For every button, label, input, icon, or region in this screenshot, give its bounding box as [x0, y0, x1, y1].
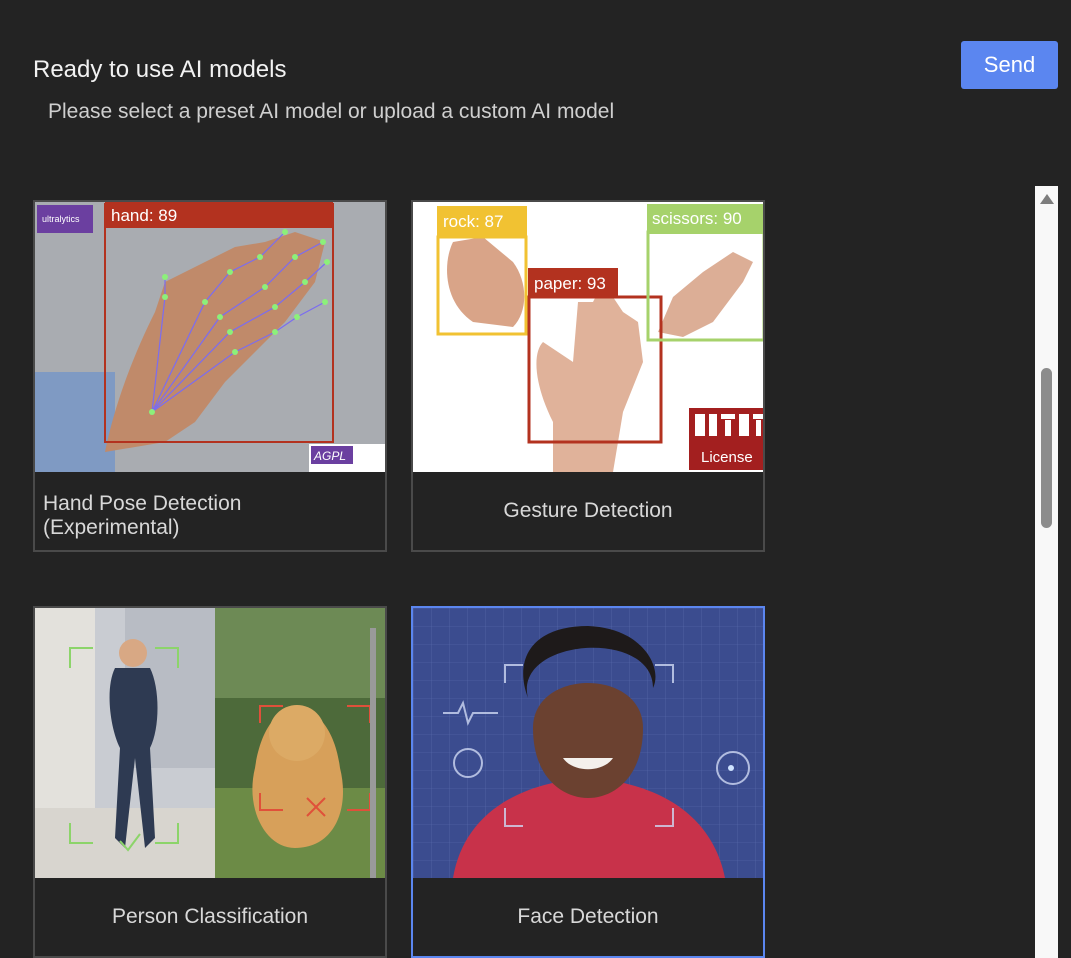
svg-text:AGPL: AGPL [313, 449, 346, 463]
vertical-scrollbar[interactable] [1035, 186, 1058, 958]
hand-pose-label: Hand Pose Detection (Experimental) [43, 492, 242, 539]
gesture-label: Gesture Detection [503, 499, 673, 522]
person-classification-label: Person Classification [111, 905, 309, 928]
rock-detection-label: rock: 87 [443, 212, 503, 231]
scrollbar-thumb[interactable] [1041, 368, 1052, 528]
page-title: Ready to use AI models [33, 56, 287, 83]
face-detection-thumbnail [413, 608, 763, 878]
svg-text:License: License [701, 449, 753, 466]
person-classification-thumbnail [35, 608, 385, 878]
face-detection-label: Face Detection [517, 905, 659, 928]
hand-pose-thumbnail: hand: 89 ultralytics AGPL [35, 202, 385, 472]
hand-detection-label: hand: 89 [111, 206, 177, 225]
svg-text:ultralytics: ultralytics [42, 214, 80, 224]
gesture-thumbnail: rock: 87 paper: 93 scissors: 90 License [413, 202, 763, 472]
paper-detection-label: paper: 93 [534, 274, 606, 293]
model-card-gesture[interactable]: rock: 87 paper: 93 scissors: 90 License … [411, 200, 765, 552]
scroll-up-arrow-icon[interactable] [1040, 194, 1054, 204]
model-grid: hand: 89 ultralytics AGPL Hand Pose Dete… [33, 200, 1033, 958]
model-card-person-classification[interactable]: Person Classification [33, 606, 387, 958]
model-card-hand-pose[interactable]: hand: 89 ultralytics AGPL Hand Pose Dete… [33, 200, 387, 552]
scissors-detection-label: scissors: 90 [652, 209, 742, 228]
model-card-face-detection[interactable]: Face Detection [411, 606, 765, 958]
send-button[interactable]: Send [961, 41, 1058, 89]
page-subtitle: Please select a preset AI model or uploa… [48, 100, 615, 123]
